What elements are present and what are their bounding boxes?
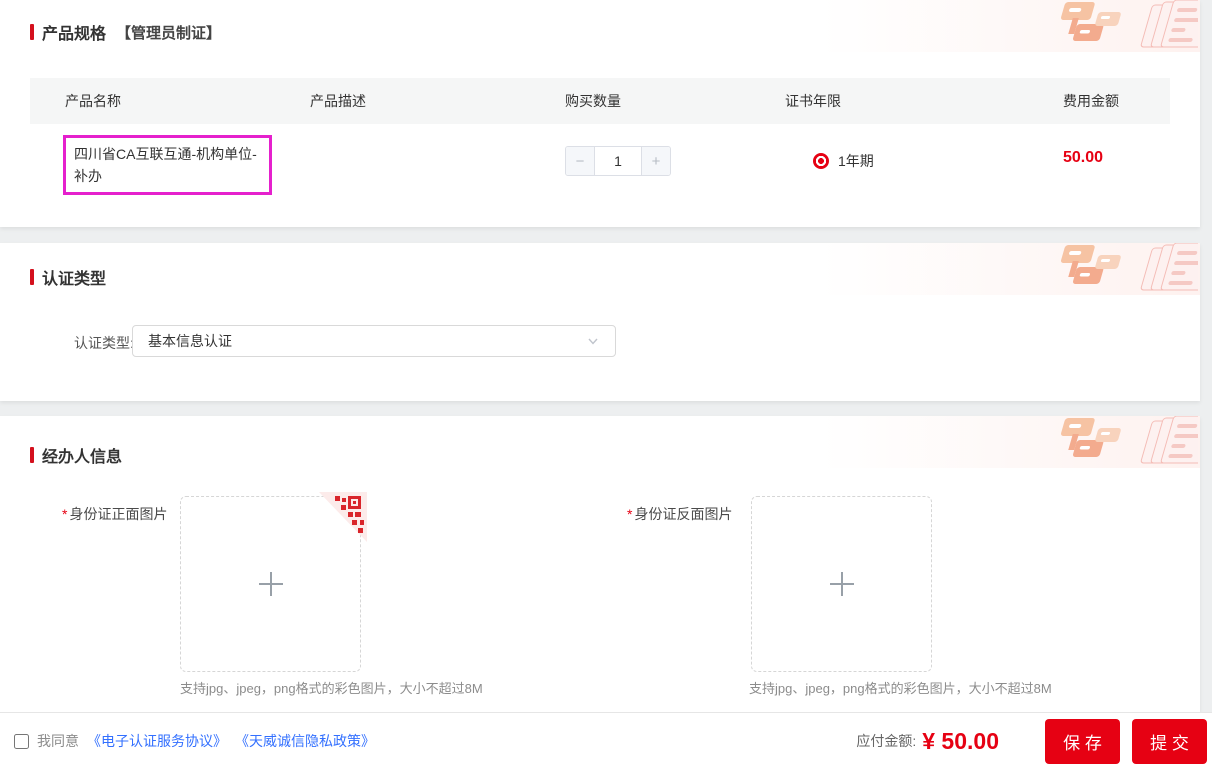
product-name-highlight: 四川省CA互联互通-机构单位-补办: [63, 135, 272, 195]
col-header-quantity: 购买数量: [565, 93, 621, 109]
auth-type-selected-value: 基本信息认证: [148, 333, 232, 349]
id-back-label: * 身份证反面图片: [627, 506, 733, 522]
auth-type-panel: 认证类型 认证类型: 基本信息认证: [0, 243, 1200, 401]
auth-type-select[interactable]: 基本信息认证: [132, 325, 616, 357]
decor-watermark-icon: [1061, 416, 1198, 464]
title-accent-bar: [30, 24, 34, 40]
id-front-label: * 身份证正面图片: [62, 506, 168, 522]
col-header-validity: 证书年限: [785, 93, 841, 109]
section-title-text: 认证类型: [42, 271, 107, 288]
upload-plus-icon: [258, 572, 283, 596]
id-front-upload-box[interactable]: [180, 492, 367, 672]
price-value: 50.00: [1063, 149, 1104, 166]
title-accent-bar: [30, 447, 34, 463]
auth-type-label: 认证类型:: [74, 335, 134, 351]
table-header-row: 产品名称 产品描述 购买数量 证书年限 费用金额: [30, 78, 1170, 124]
id-front-hint: 支持jpg、jpeg，png格式的彩色图片，大小不超过8M: [180, 681, 483, 696]
decor-wash: [820, 416, 1200, 468]
product-spec-panel: 产品规格 【管理员制证】 产品名称 产品描述 购买数量 证书年限 费用金额 四川…: [0, 0, 1200, 227]
section-title-text: 经办人信息: [42, 449, 123, 466]
page: 产品规格 【管理员制证】 产品名称 产品描述 购买数量 证书年限 费用金额 四川…: [0, 0, 1212, 769]
payment-group: 应付金额: ¥ 50.00 保 存 提 交: [856, 718, 1212, 764]
agree-checkbox[interactable]: [14, 733, 29, 749]
decor-wash: [820, 0, 1200, 52]
decor-wash: [820, 243, 1200, 295]
col-header-price: 费用金额: [1063, 93, 1119, 109]
quantity-stepper[interactable]: − +: [565, 146, 671, 176]
decor-watermark-icon: [1061, 243, 1198, 291]
quantity-input[interactable]: [595, 147, 641, 175]
agent-info-panel: 经办人信息 * 身份证正面图片 支持jpg、jpeg，png格式的彩色图片，大小…: [0, 416, 1200, 712]
action-bar: 我同意 《电子认证服务协议》 《天威诚信隐私政策》 应付金额: ¥ 50.00 …: [0, 712, 1212, 769]
save-button[interactable]: 保 存: [1045, 718, 1120, 764]
service-agreement-link[interactable]: 《电子认证服务协议》: [87, 731, 227, 751]
quantity-increase-button[interactable]: +: [641, 147, 670, 175]
validity-option[interactable]: 1年期: [813, 151, 874, 171]
table-row: 四川省CA互联互通-机构单位-补办 − + 1年期 50.00: [30, 124, 1170, 202]
section-subtitle-text: 【管理员制证】: [116, 24, 222, 42]
qr-scan-icon[interactable]: [317, 492, 367, 544]
id-back-hint: 支持jpg、jpeg，png格式的彩色图片，大小不超过8M: [749, 681, 1052, 696]
required-asterisk: *: [627, 506, 633, 522]
col-header-product-desc: 产品描述: [310, 93, 366, 109]
decor-watermark-icon: [1061, 0, 1198, 48]
upload-plus-icon: [829, 572, 854, 596]
section-title-auth-type: 认证类型: [30, 265, 106, 289]
section-title-text: 产品规格: [42, 26, 107, 43]
agree-text: 我同意: [37, 733, 79, 749]
required-asterisk: *: [62, 506, 68, 522]
privacy-policy-link[interactable]: 《天威诚信隐私政策》: [235, 731, 375, 751]
quantity-decrease-button[interactable]: −: [566, 147, 595, 175]
col-header-product-name: 产品名称: [65, 93, 121, 109]
validity-radio-selected[interactable]: [813, 153, 829, 169]
submit-button[interactable]: 提 交: [1132, 718, 1207, 764]
section-title-agent-info: 经办人信息: [30, 443, 122, 467]
validity-label: 1年期: [838, 153, 874, 169]
agreement-group: 我同意 《电子认证服务协议》 《天威诚信隐私政策》: [14, 731, 375, 751]
payable-label: 应付金额:: [856, 733, 917, 749]
product-table: 产品名称 产品描述 购买数量 证书年限 费用金额 四川省CA互联互通-机构单位-…: [30, 78, 1170, 202]
chevron-down-icon: [586, 334, 600, 348]
title-accent-bar: [30, 269, 34, 285]
section-title-product-spec: 产品规格 【管理员制证】: [30, 20, 221, 44]
payable-amount: ¥ 50.00: [922, 727, 999, 754]
id-back-upload-box[interactable]: [751, 496, 932, 672]
product-name: 四川省CA互联互通-机构单位-补办: [74, 146, 257, 184]
